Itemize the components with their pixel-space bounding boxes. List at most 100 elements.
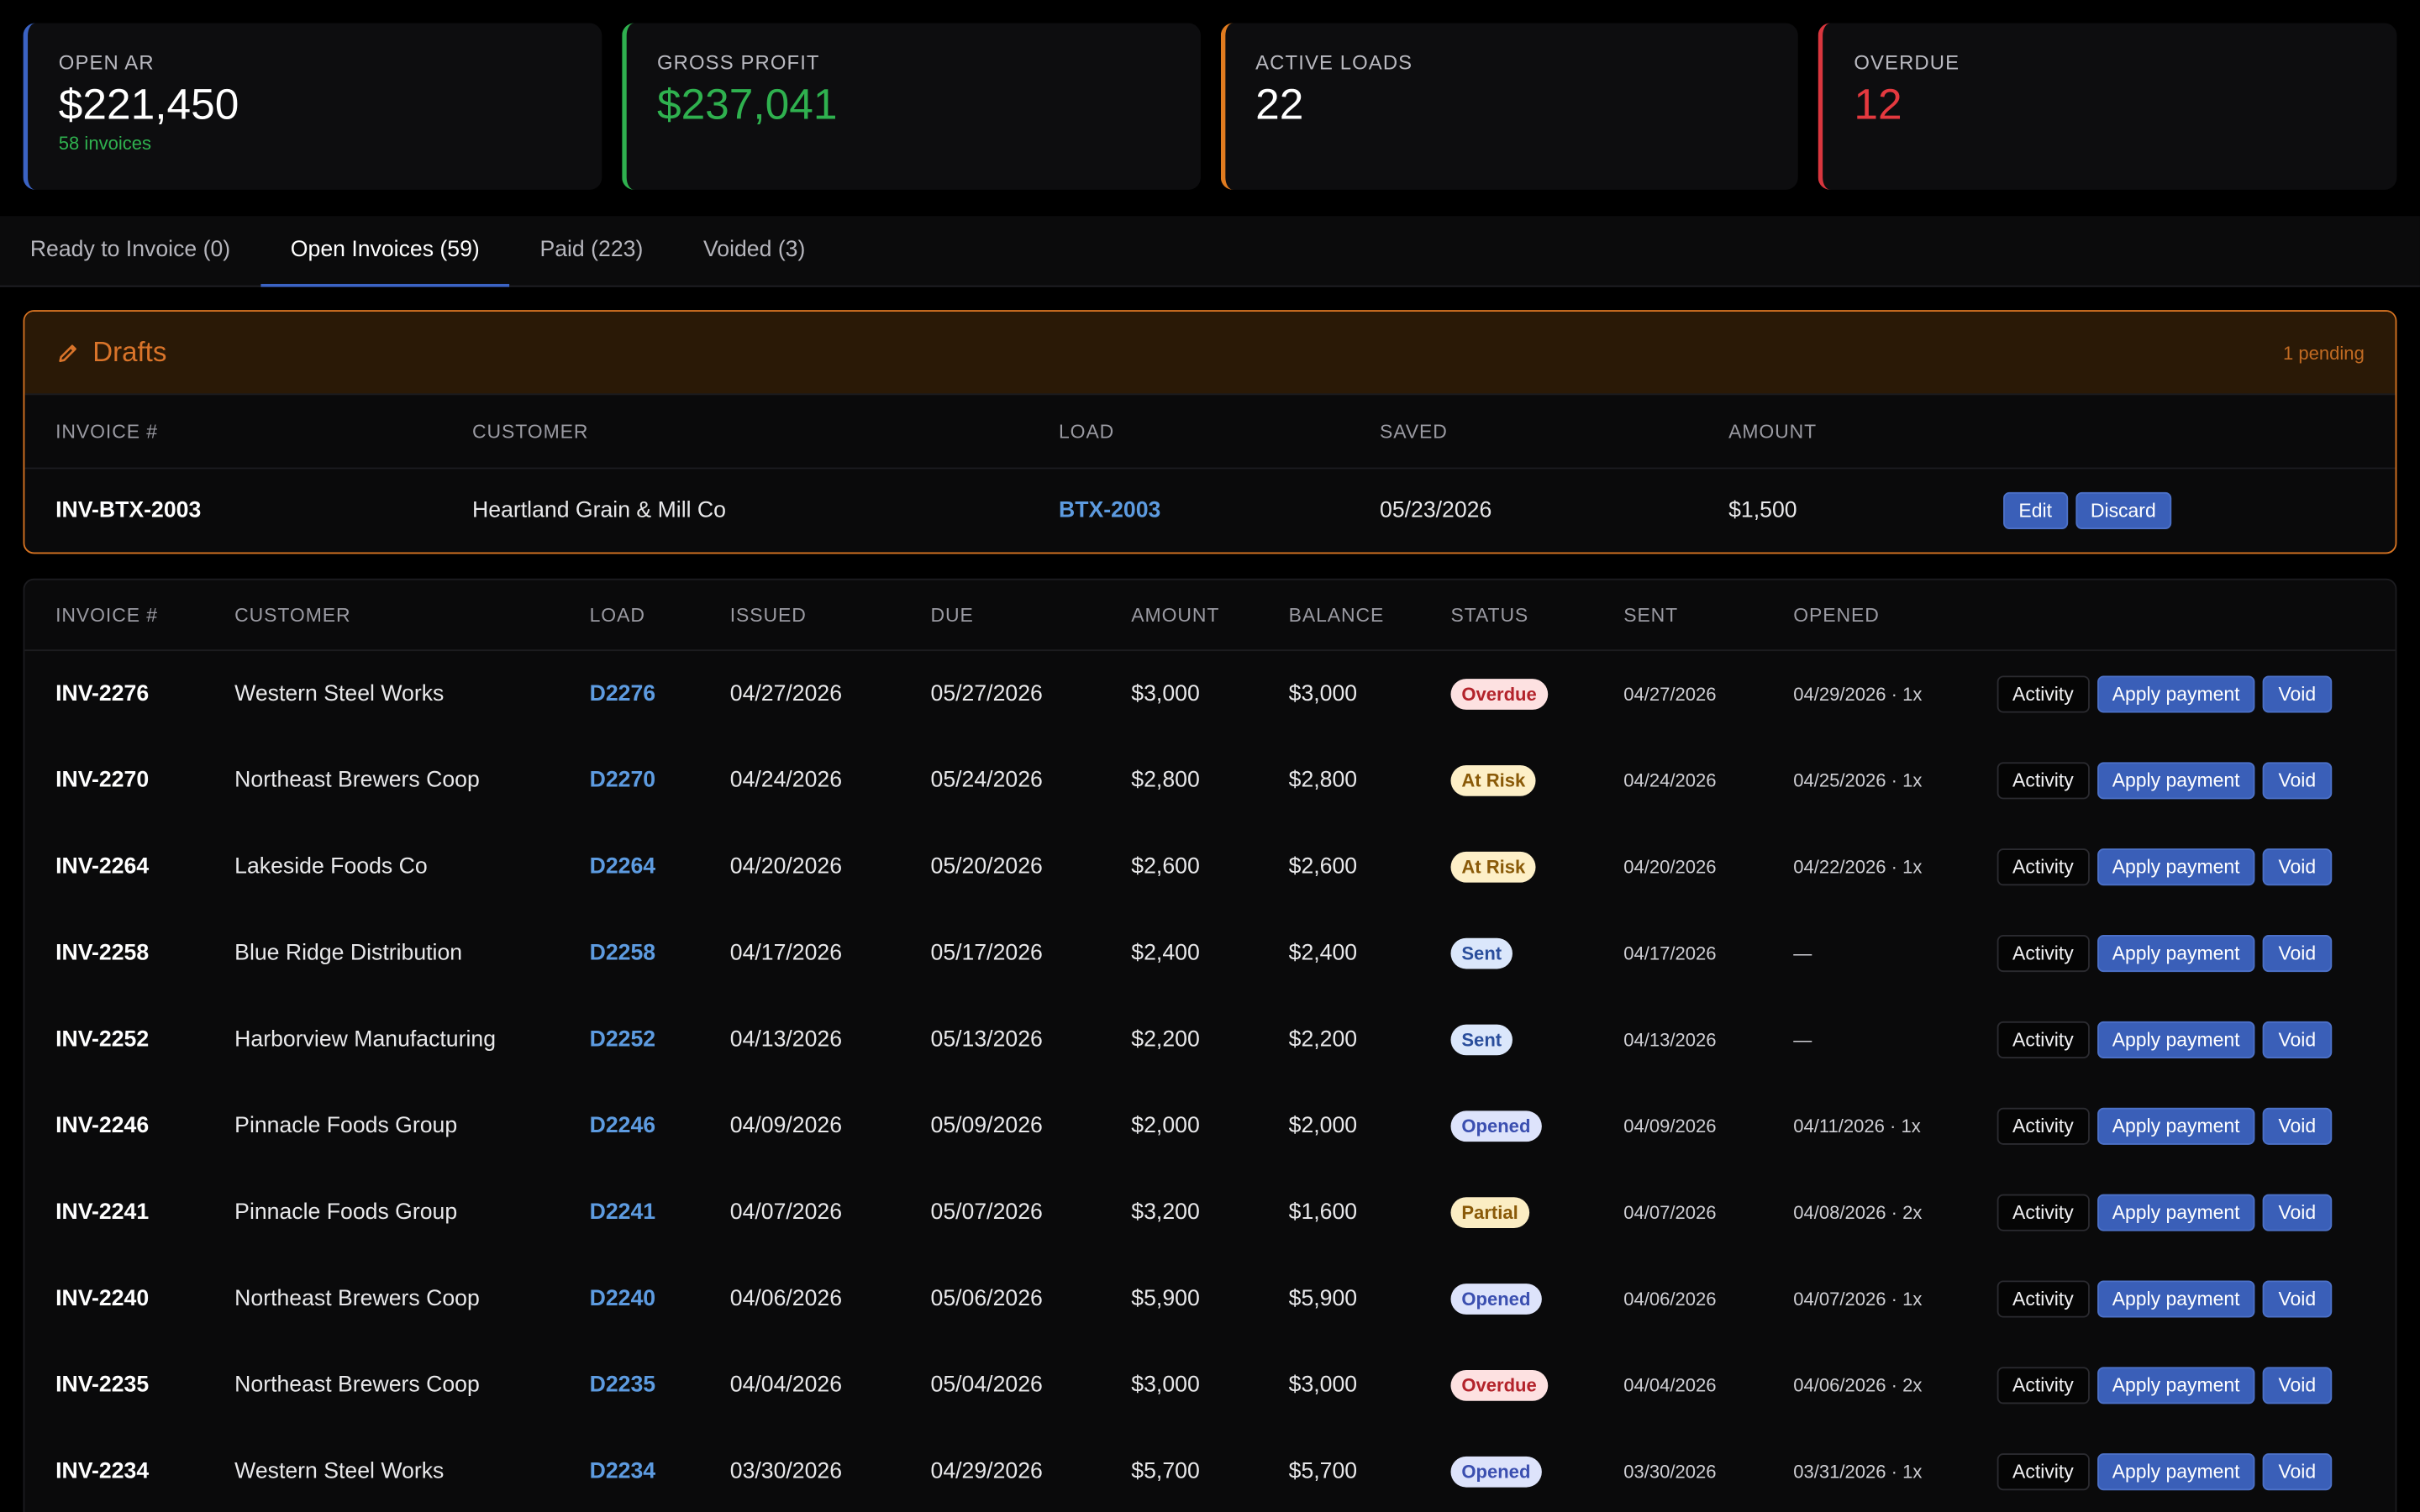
opened-info: 04/29/2026 · 1x xyxy=(1793,683,1923,706)
due-date: 05/27/2026 xyxy=(930,681,1043,707)
sent-date: 04/09/2026 xyxy=(1623,1115,1717,1137)
apply-payment-button[interactable]: Apply payment xyxy=(2096,675,2255,713)
status-badge: Sent xyxy=(1450,1024,1512,1056)
load-link[interactable]: D2258 xyxy=(590,941,655,965)
activity-button[interactable]: Activity xyxy=(1996,848,2090,886)
invoice-number: INV-2234 xyxy=(55,1459,150,1484)
issued-date: 04/07/2026 xyxy=(729,1200,843,1226)
void-button[interactable]: Void xyxy=(2263,935,2332,973)
void-button[interactable]: Void xyxy=(2263,1194,2332,1231)
activity-button[interactable]: Activity xyxy=(1996,1280,2090,1318)
drafts-title: Drafts xyxy=(92,336,167,368)
apply-payment-button[interactable]: Apply payment xyxy=(2096,848,2255,886)
activity-button[interactable]: Activity xyxy=(1996,762,2090,800)
void-button[interactable]: Void xyxy=(2263,1367,2332,1404)
balance: $3,000 xyxy=(1288,681,1358,707)
stat-label: GROSS PROFIT xyxy=(656,50,820,75)
draft-amount: $1,500 xyxy=(1728,498,1797,523)
table-row: INV-2240 Northeast Brewers Coop D2240 04… xyxy=(24,1256,2395,1342)
invoice-number: INV-2240 xyxy=(55,1286,150,1312)
activity-button[interactable]: Activity xyxy=(1996,1367,2090,1404)
load-link[interactable]: D2246 xyxy=(590,1114,655,1138)
activity-button[interactable]: Activity xyxy=(1996,1107,2090,1145)
column-header: OPENED xyxy=(1793,604,1880,627)
apply-payment-button[interactable]: Apply payment xyxy=(2096,1280,2255,1318)
customer-name: Pinnacle Foods Group xyxy=(234,1200,458,1226)
issued-date: 04/27/2026 xyxy=(729,681,843,707)
column-header: INVOICE # xyxy=(55,420,158,443)
customer-name: Pinnacle Foods Group xyxy=(234,1114,458,1139)
activity-button[interactable]: Activity xyxy=(1996,935,2090,973)
load-link[interactable]: D2241 xyxy=(590,1200,655,1225)
sent-date: 04/04/2026 xyxy=(1623,1374,1717,1397)
void-button[interactable]: Void xyxy=(2263,762,2332,800)
tab-voided[interactable]: Voided (3) xyxy=(673,216,835,286)
due-date: 05/20/2026 xyxy=(930,854,1043,879)
issued-date: 04/24/2026 xyxy=(729,768,843,794)
invoice-number: INV-2276 xyxy=(55,681,150,707)
apply-payment-button[interactable]: Apply payment xyxy=(2096,1194,2255,1231)
edit-draft-button[interactable]: Edit xyxy=(2003,491,2068,529)
void-button[interactable]: Void xyxy=(2263,1453,2332,1491)
load-link[interactable]: D2234 xyxy=(590,1460,655,1484)
load-link[interactable]: D2252 xyxy=(590,1027,655,1052)
void-button[interactable]: Void xyxy=(2263,1280,2332,1318)
balance: $2,800 xyxy=(1288,768,1358,794)
load-link[interactable]: D2276 xyxy=(590,682,655,706)
column-header: AMOUNT xyxy=(1131,604,1220,627)
apply-payment-button[interactable]: Apply payment xyxy=(2096,1453,2255,1491)
tab-open-invoices[interactable]: Open Invoices (59) xyxy=(260,216,510,287)
stat-sub: 58 invoices xyxy=(58,132,152,155)
stat-overdue: OVERDUE 12 xyxy=(1818,23,2397,190)
invoice-number: INV-2270 xyxy=(55,768,150,794)
apply-payment-button[interactable]: Apply payment xyxy=(2096,935,2255,973)
load-link[interactable]: D2240 xyxy=(590,1287,655,1311)
customer-name: Northeast Brewers Coop xyxy=(234,1373,480,1399)
discard-draft-button[interactable]: Discard xyxy=(2075,491,2172,529)
void-button[interactable]: Void xyxy=(2263,848,2332,886)
load-link[interactable]: D2235 xyxy=(590,1373,655,1398)
activity-button[interactable]: Activity xyxy=(1996,1194,2090,1231)
status-badge: Overdue xyxy=(1450,1369,1548,1401)
opened-info: 03/31/2026 · 1x xyxy=(1793,1461,1923,1483)
stat-value: $221,450 xyxy=(58,80,239,129)
activity-button[interactable]: Activity xyxy=(1996,1021,2090,1058)
draft-load-link[interactable]: BTX-2003 xyxy=(1059,498,1160,522)
amount: $3,200 xyxy=(1131,1200,1200,1226)
issued-date: 04/20/2026 xyxy=(729,854,843,879)
invoice-number: INV-2241 xyxy=(55,1200,150,1226)
void-button[interactable]: Void xyxy=(2263,675,2332,713)
due-date: 05/04/2026 xyxy=(930,1373,1043,1399)
void-button[interactable]: Void xyxy=(2263,1021,2332,1058)
amount: $5,700 xyxy=(1131,1459,1200,1484)
issued-date: 04/04/2026 xyxy=(729,1373,843,1399)
table-row: INV-2246 Pinnacle Foods Group D2246 04/0… xyxy=(24,1083,2395,1169)
stat-active-loads: ACTIVE LOADS 22 xyxy=(1219,23,1799,190)
table-row: INV-2258 Blue Ridge Distribution D2258 0… xyxy=(24,911,2395,997)
opened-info: 04/25/2026 · 1x xyxy=(1793,769,1923,792)
void-button[interactable]: Void xyxy=(2263,1107,2332,1145)
apply-payment-button[interactable]: Apply payment xyxy=(2096,1107,2255,1145)
due-date: 05/09/2026 xyxy=(930,1114,1043,1139)
drafts-column-headers: INVOICE # CUSTOMER LOAD SAVED AMOUNT xyxy=(24,395,2396,470)
due-date: 05/24/2026 xyxy=(930,768,1043,794)
activity-button[interactable]: Activity xyxy=(1996,1453,2090,1491)
load-link[interactable]: D2264 xyxy=(590,855,655,879)
amount: $2,200 xyxy=(1131,1027,1200,1053)
apply-payment-button[interactable]: Apply payment xyxy=(2096,1367,2255,1404)
balance: $1,600 xyxy=(1288,1200,1358,1226)
apply-payment-button[interactable]: Apply payment xyxy=(2096,1021,2255,1058)
issued-date: 04/09/2026 xyxy=(729,1114,843,1139)
due-date: 05/06/2026 xyxy=(930,1286,1043,1312)
table-row: INV-2241 Pinnacle Foods Group D2241 04/0… xyxy=(24,1169,2395,1256)
tab-ready-to-invoice[interactable]: Ready to Invoice (0) xyxy=(0,216,260,286)
apply-payment-button[interactable]: Apply payment xyxy=(2096,762,2255,800)
balance: $5,900 xyxy=(1288,1286,1358,1312)
drafts-panel: Drafts 1 pending INVOICE # CUSTOMER LOAD… xyxy=(23,310,2397,554)
load-link[interactable]: D2270 xyxy=(590,769,655,793)
column-header: LOAD xyxy=(1058,420,1115,443)
drafts-pending-count: 1 pending xyxy=(2282,341,2365,364)
tab-paid[interactable]: Paid (223) xyxy=(510,216,674,286)
opened-info: 04/06/2026 · 2x xyxy=(1793,1374,1923,1397)
activity-button[interactable]: Activity xyxy=(1996,675,2090,713)
